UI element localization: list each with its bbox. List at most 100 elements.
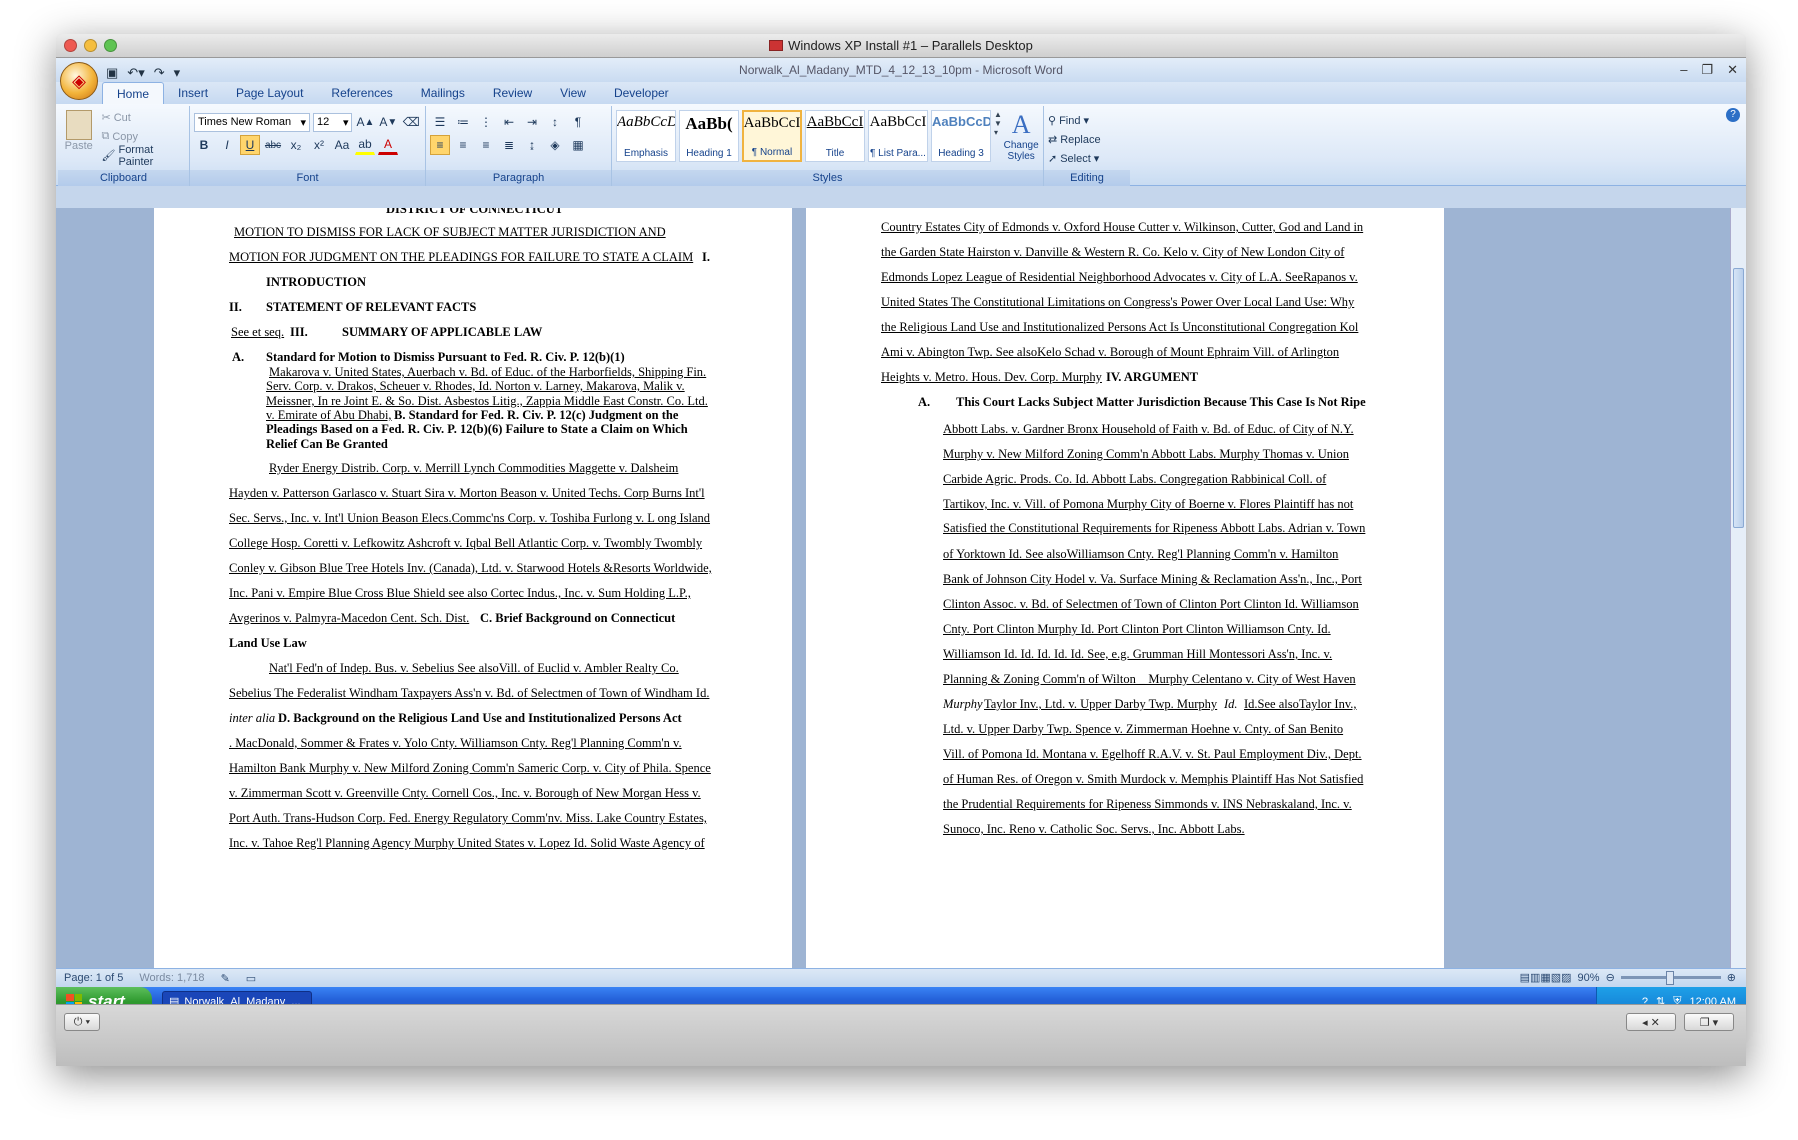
doc-line: STATEMENT OF RELEVANT FACTS xyxy=(266,300,477,314)
vertical-scrollbar[interactable] xyxy=(1730,208,1746,968)
macro-icon[interactable]: ▭ xyxy=(246,972,256,985)
style-normal[interactable]: AaBbCcI ¶ Normal xyxy=(742,110,802,162)
minimize-light[interactable] xyxy=(84,39,97,52)
word-count[interactable]: Words: 1,718 xyxy=(139,972,204,984)
justify-icon[interactable]: ≣ xyxy=(499,135,519,155)
tab-insert[interactable]: Insert xyxy=(164,82,222,104)
tab-references[interactable]: References xyxy=(317,82,406,104)
redo-icon[interactable]: ↷ xyxy=(154,61,165,85)
doc-line: Conley v. Gibson Blue Tree Hotels Inv. (… xyxy=(229,561,712,575)
doc-line: Tartikov, Inc. v. Vill. of Pomona Murphy… xyxy=(943,497,1354,511)
replace-button[interactable]: ⇄ Replace xyxy=(1048,130,1126,149)
doc-line: Satisfied the Constitutional Requirement… xyxy=(943,521,1366,535)
find-button[interactable]: ⚲ Find ▾ xyxy=(1048,111,1126,130)
highlight-icon[interactable]: ab xyxy=(355,135,375,155)
shrink-font-icon[interactable]: A ▼ xyxy=(378,112,398,132)
underline-icon[interactable]: U xyxy=(240,135,260,155)
doc-line: Ami v. Abington Twp. See alsoKelo Schad … xyxy=(881,345,1340,359)
tab-home[interactable]: Home xyxy=(102,82,165,104)
restore-icon[interactable]: ❐ xyxy=(1701,58,1713,82)
multilevel-list-icon[interactable]: ⋮ xyxy=(476,112,496,132)
help-icon[interactable]: ? xyxy=(1726,108,1740,122)
style-emphasis[interactable]: AaBbCcD Emphasis xyxy=(616,110,676,162)
close-light[interactable] xyxy=(64,39,77,52)
tab-review[interactable]: Review xyxy=(479,82,546,104)
numbering-icon[interactable]: ≔ xyxy=(453,112,473,132)
bullets-icon[interactable]: ☰ xyxy=(430,112,450,132)
style-heading-1[interactable]: AaBb(Heading 1 xyxy=(679,110,739,162)
save-icon[interactable]: ▣ xyxy=(106,61,118,85)
doc-line: Id. xyxy=(1224,697,1238,711)
page-count[interactable]: Page: 1 of 5 xyxy=(64,972,123,984)
decrease-indent-icon[interactable]: ⇤ xyxy=(499,112,519,132)
doc-line: SUMMARY OF APPLICABLE LAW xyxy=(342,325,543,339)
nav-buttons[interactable]: ◂ ✕ xyxy=(1626,1013,1676,1031)
change-case-icon[interactable]: Aa xyxy=(332,135,352,155)
style-list-paragraph[interactable]: AaBbCcI ¶ List Para... xyxy=(868,110,928,162)
doc-line: Country Estates City of Edmonds v. Oxfor… xyxy=(881,220,1364,234)
italic-icon[interactable]: I xyxy=(217,135,237,155)
doc-line: Williamson Id. Id. Id. Id. Id. See, e.g.… xyxy=(943,647,1333,661)
grow-font-icon[interactable]: A ▲ xyxy=(355,112,375,132)
line-spacing-icon[interactable]: ↨ xyxy=(522,135,542,155)
doc-line: C. Brief Background on Connecticut xyxy=(480,611,676,625)
document-page-right[interactable]: Country Estates City of Edmonds v. Oxfor… xyxy=(806,208,1444,968)
tab-page-layout[interactable]: Page Layout xyxy=(222,82,317,104)
proofing-icon[interactable]: ✎ xyxy=(221,972,230,985)
doc-line: Inc. Pani v. Empire Blue Cross Blue Shie… xyxy=(229,586,691,600)
style-heading-3[interactable]: AaBbCcD Heading 3 xyxy=(931,110,991,162)
superscript-icon[interactable]: x² xyxy=(309,135,329,155)
document-page-left[interactable]: DISTRICT OF CONNECTICUT MOTION TO DISMISS… xyxy=(154,208,792,968)
strikethrough-icon[interactable]: abc xyxy=(263,135,283,155)
format-painter-button[interactable]: 🖌 Format Painter xyxy=(102,144,186,168)
font-name-combo[interactable]: Times New Roman ▾ xyxy=(194,112,311,132)
zoom-level[interactable]: 90% xyxy=(1578,972,1600,984)
tab-mailings[interactable]: Mailings xyxy=(407,82,479,104)
doc-line: College Hosp. Coretti v. Lefkowitz Ashcr… xyxy=(229,536,703,550)
styles-scroll[interactable]: ▲ ▼ ▾ xyxy=(994,110,1003,162)
power-menu-button[interactable]: ⏻ ▾ xyxy=(64,1013,100,1031)
shading-icon[interactable]: ◈ xyxy=(545,135,565,155)
font-color-icon[interactable]: A xyxy=(378,135,398,155)
doc-line: inter alia xyxy=(229,711,276,725)
zoom-slider[interactable] xyxy=(1620,971,1721,985)
doc-line: D. Background on the Religious Land Use … xyxy=(278,711,682,725)
clear-format-icon[interactable]: ⌫ xyxy=(401,112,421,132)
font-group: Times New Roman ▾ 12 ▾ A ▲ A ▼ ⌫ B I U abc x… xyxy=(190,106,426,186)
styles-group: AaBbCcD Emphasis AaBb(Heading 1 AaBbCcI ¶ … xyxy=(612,106,1044,186)
align-center-icon[interactable]: ≡ xyxy=(453,135,473,155)
undo-icon[interactable]: ↶▾ xyxy=(127,61,144,85)
font-label: Font xyxy=(190,170,425,186)
font-size-combo[interactable]: 12 ▾ xyxy=(313,112,353,132)
minimize-icon[interactable]: – xyxy=(1680,58,1687,82)
close-icon[interactable]: ✕ xyxy=(1727,58,1738,82)
vm-icon xyxy=(769,40,784,51)
subscript-icon[interactable]: x₂ xyxy=(286,135,306,155)
scroll-thumb[interactable] xyxy=(1733,268,1744,528)
office-button[interactable]: ◈ xyxy=(60,62,98,100)
zoom-light[interactable] xyxy=(104,39,117,52)
align-right-icon[interactable]: ≡ xyxy=(476,135,496,155)
view-mode-button[interactable]: ❐ ▾ xyxy=(1684,1013,1734,1031)
zoom-in-icon[interactable]: ⊕ xyxy=(1727,971,1736,984)
cut-button[interactable]: ✂ Cut xyxy=(102,108,186,127)
increase-indent-icon[interactable]: ⇥ xyxy=(522,112,542,132)
paste-button[interactable]: Paste xyxy=(62,108,96,165)
doc-line: Sebelius The Federalist Windham Taxpayer… xyxy=(229,686,710,700)
view-buttons[interactable]: ▤▥▦▧▨ xyxy=(1520,971,1572,984)
borders-icon[interactable]: ▦ xyxy=(568,135,588,155)
change-styles-button[interactable]: A Change Styles xyxy=(1003,110,1039,162)
bold-icon[interactable]: B xyxy=(194,135,214,155)
style-title[interactable]: AaBbCcI Title xyxy=(805,110,865,162)
tab-view[interactable]: View xyxy=(546,82,600,104)
zoom-out-icon[interactable]: ⊖ xyxy=(1606,971,1615,984)
align-left-icon[interactable]: ≡ xyxy=(430,135,450,155)
doc-line: Id.See alsoTaylor Inv., xyxy=(1244,697,1357,711)
tab-developer[interactable]: Developer xyxy=(600,82,683,104)
binoculars-icon: ⚲ xyxy=(1048,115,1057,127)
pilcrow-icon[interactable]: ¶ xyxy=(568,112,588,132)
customize-qat-icon[interactable]: ▾ xyxy=(174,61,181,85)
select-button[interactable]: ➚ Select ▾ xyxy=(1048,149,1126,168)
doc-line: Pleadings Based on a Fed. R. Civ. P. 12(… xyxy=(266,422,688,436)
sort-icon[interactable]: ↕ xyxy=(545,112,565,132)
